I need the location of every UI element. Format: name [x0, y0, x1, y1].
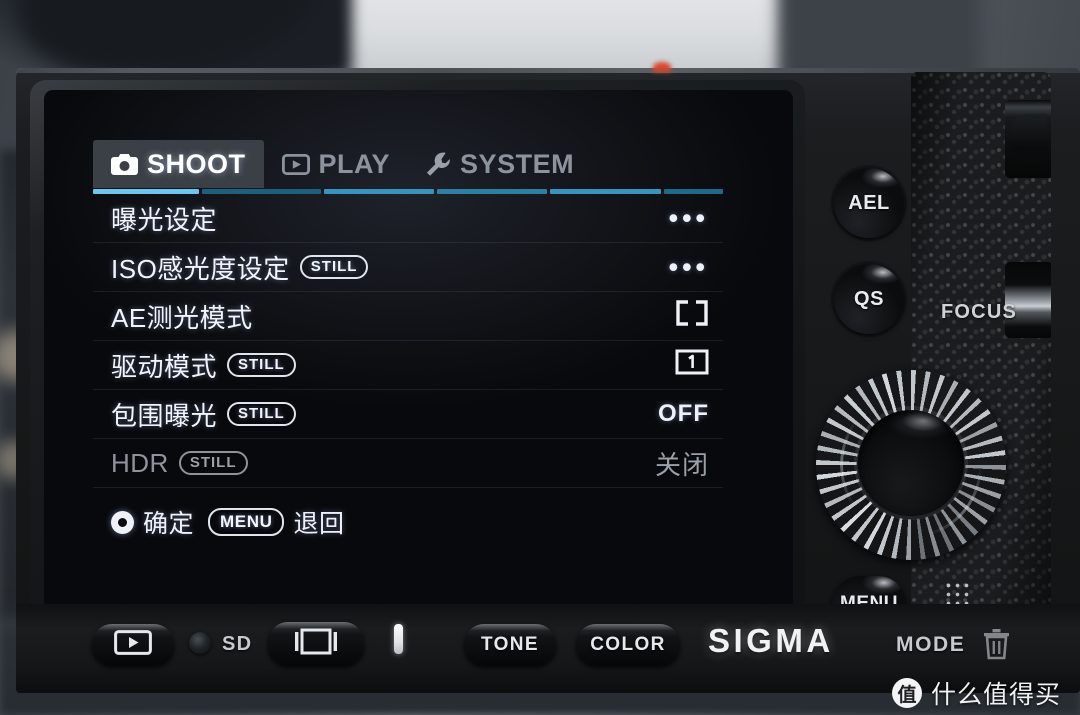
menu-row-label-group: 包围曝光 STILL	[111, 396, 296, 433]
color-button-label: COLOR	[590, 634, 666, 655]
menu-row-label: HDR	[111, 447, 169, 478]
menu-pill-badge: MENU	[208, 508, 285, 536]
sd-label: SD	[222, 633, 253, 655]
still-badge: STILL	[178, 451, 248, 475]
submenu-dots-icon: •••	[668, 202, 709, 233]
tab-system[interactable]: SYSTEM	[408, 140, 592, 188]
drive-single-icon	[675, 349, 709, 382]
menu-row[interactable]: HDR STILL 关闭	[93, 439, 723, 488]
tab-shoot-label: SHOOT	[147, 148, 246, 179]
ael-button-label: AEL	[848, 191, 890, 214]
menu-row-label: 曝光设定	[111, 204, 218, 235]
qs-button[interactable]: QS	[834, 264, 904, 334]
hint-confirm-label: 确定	[143, 510, 195, 538]
hint-back: MENU 退回	[208, 504, 344, 540]
qs-button-label: QS	[854, 287, 884, 310]
watermark-logo: 值	[892, 678, 922, 708]
watermark: 值 什么值得买	[892, 675, 1061, 711]
tone-button[interactable]: TONE	[464, 624, 556, 666]
lcd-bezel: SHOOT PLAY SYSTEM 曝光设定 ••• ISO感光度设定 STIL…	[30, 80, 805, 668]
menu-row[interactable]: 包围曝光 STILL OFF	[93, 390, 723, 439]
menu-row[interactable]: ISO感光度设定 STILL •••	[93, 243, 723, 292]
screenshot-root: SHOOT PLAY SYSTEM 曝光设定 ••• ISO感光度设定 STIL…	[0, 0, 1080, 715]
display-icon	[294, 628, 338, 661]
metering-brackets-icon	[675, 299, 709, 333]
menu-row-label-group: HDR STILL	[111, 448, 248, 479]
tone-button-label: TONE	[480, 634, 540, 655]
hint-bar: 确定 MENU 退回	[93, 504, 723, 540]
still-badge: STILL	[227, 353, 296, 377]
play-icon	[114, 629, 152, 661]
focus-label: FOCUS	[941, 301, 1017, 323]
menu-row-label-group: ISO感光度设定 STILL	[111, 249, 369, 286]
still-badge: STILL	[299, 255, 369, 279]
menu-rows: 曝光设定 ••• ISO感光度设定 STILL ••• AE测光模式 驱动模式 STILL 包围…	[93, 194, 723, 488]
menu-row-value-text: OFF	[658, 400, 709, 427]
rear-top-dial[interactable]	[1005, 100, 1051, 178]
trash-icon[interactable]	[983, 628, 1010, 665]
menu-row-label: 驱动模式	[111, 351, 218, 382]
menu-row-label: ISO感光度设定	[111, 253, 290, 284]
menu-row[interactable]: 曝光设定 •••	[93, 194, 723, 243]
still-badge: STILL	[227, 402, 296, 426]
hint-back-label: 退回	[293, 510, 345, 538]
menu-row-value: •••	[663, 202, 709, 233]
menu-overlay: SHOOT PLAY SYSTEM 曝光设定 ••• ISO感光度设定 STIL…	[93, 140, 724, 540]
menu-row[interactable]: 驱动模式 STILL	[93, 341, 723, 390]
red-accent-dot	[653, 62, 671, 72]
hint-confirm: 确定	[111, 504, 194, 540]
menu-row-value	[663, 299, 709, 333]
brand-logo: SIGMA	[708, 622, 834, 659]
watermark-text: 什么值得买	[931, 681, 1062, 709]
color-button[interactable]: COLOR	[576, 624, 680, 666]
status-led-bar	[394, 624, 403, 654]
camera-body: SHOOT PLAY SYSTEM 曝光设定 ••• ISO感光度设定 STIL…	[16, 62, 1080, 693]
menu-row-value-text: 关闭	[654, 449, 709, 480]
ok-dot-icon	[111, 510, 134, 534]
menu-row-label-group: 驱动模式 STILL	[111, 347, 296, 384]
display-button[interactable]	[268, 622, 364, 666]
control-dial[interactable]	[816, 370, 1006, 560]
menu-row-label: AE测光模式	[111, 302, 253, 333]
menu-row-label-group: 曝光设定	[111, 200, 217, 237]
mode-label: MODE	[896, 633, 966, 656]
control-dial-gloss	[840, 392, 982, 538]
tab-bar: SHOOT PLAY SYSTEM	[93, 140, 723, 188]
menu-row-value: 关闭	[655, 445, 709, 482]
playback-button[interactable]	[92, 624, 174, 666]
lcd-screen: SHOOT PLAY SYSTEM 曝光设定 ••• ISO感光度设定 STIL…	[44, 90, 793, 658]
menu-row-label: 包围曝光	[111, 400, 218, 431]
tab-shoot[interactable]: SHOOT	[93, 140, 264, 188]
tab-system-label: SYSTEM	[460, 148, 575, 179]
wrench-icon	[426, 152, 451, 176]
menu-row-value: •••	[663, 251, 709, 282]
menu-row[interactable]: AE测光模式	[93, 292, 723, 341]
menu-row-value	[663, 349, 709, 382]
tab-play[interactable]: PLAY	[264, 140, 409, 188]
indicator-led	[189, 632, 211, 654]
play-icon	[281, 153, 310, 175]
submenu-dots-icon: •••	[668, 251, 709, 282]
tab-play-label: PLAY	[318, 148, 391, 179]
menu-row-label-group: AE测光模式	[111, 298, 253, 335]
camera-icon	[111, 153, 138, 175]
rear-side-dial[interactable]	[1005, 262, 1051, 338]
menu-row-value: OFF	[658, 400, 709, 428]
ael-button[interactable]: AEL	[834, 168, 904, 238]
